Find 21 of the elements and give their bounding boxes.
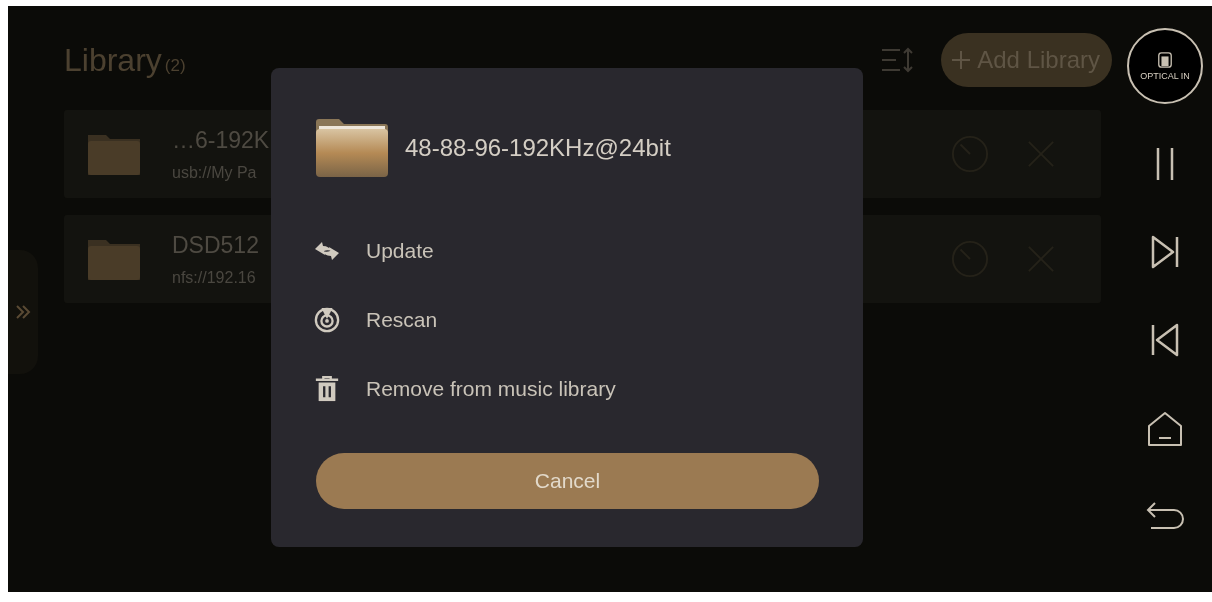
library-count: (2) xyxy=(164,55,186,76)
side-drawer-tab[interactable] xyxy=(8,250,38,374)
plus-icon xyxy=(951,50,972,70)
optical-port-icon xyxy=(1156,51,1174,68)
back-icon[interactable] xyxy=(1145,500,1185,530)
dialog-title: 48-88-96-192KHz@24bit xyxy=(405,134,671,162)
skip-next-icon[interactable] xyxy=(1150,234,1180,270)
input-source-badge[interactable]: OPTICAL IN xyxy=(1127,28,1203,104)
radar-icon xyxy=(312,306,342,333)
folder-icon xyxy=(316,118,388,178)
dialog-action[interactable]: Remove from music library xyxy=(316,354,819,423)
double-chevron-icon xyxy=(15,305,31,319)
library-name: …6-192K xyxy=(172,126,270,154)
sort-icon[interactable] xyxy=(881,47,916,73)
skip-previous-icon[interactable] xyxy=(1150,322,1180,358)
home-icon[interactable] xyxy=(1146,410,1184,448)
dialog-action[interactable]: Update xyxy=(316,216,819,285)
library-name: DSD512 xyxy=(172,231,259,259)
dialog-action[interactable]: Rescan xyxy=(316,285,819,354)
library-title: Library xyxy=(64,41,162,79)
input-source-label: OPTICAL IN xyxy=(1140,70,1190,81)
